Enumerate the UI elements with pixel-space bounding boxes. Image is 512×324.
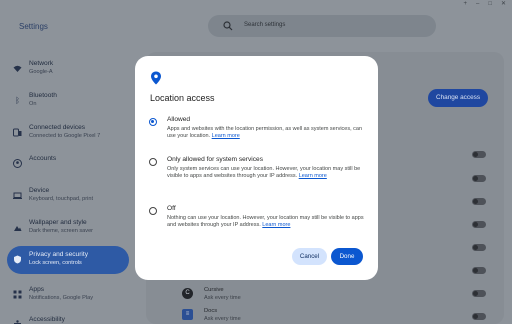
wifi-icon <box>13 64 22 73</box>
option-label: Only allowed for system services <box>167 156 264 163</box>
sidebar-item-wallpaper[interactable]: Wallpaper and style Dark theme, screen s… <box>7 214 129 242</box>
sidebar-item-label: Apps <box>29 286 45 293</box>
dialog-title: Location access <box>150 93 215 103</box>
accessibility-icon <box>13 320 22 324</box>
list-item-title: Docs <box>204 308 218 314</box>
app-toggle[interactable] <box>472 151 486 158</box>
list-item-subtitle: Ask every time <box>204 316 241 322</box>
devices-icon <box>13 128 22 137</box>
done-button[interactable]: Done <box>331 248 363 265</box>
docs-app-icon: ≡ <box>182 309 193 320</box>
sidebar-item-sublabel: Connected to Google Pixel 7 <box>29 133 101 139</box>
title-bar: + – □ ✕ <box>0 0 512 8</box>
search-placeholder: Search settings <box>244 22 286 28</box>
radio-allowed[interactable] <box>149 118 157 126</box>
app-toggle[interactable] <box>472 221 486 228</box>
sidebar-item-accessibility[interactable]: Accessibility <box>7 311 129 324</box>
app-title: Settings <box>19 22 48 31</box>
option-description: Apps and websites with the location perm… <box>167 126 365 140</box>
laptop-icon <box>13 191 22 200</box>
sidebar-item-label: Device <box>29 187 50 194</box>
location-pin-icon <box>151 71 161 85</box>
option-description: Nothing can use your location. However, … <box>167 215 365 229</box>
sidebar-item-sublabel: Notifications, Google Play <box>29 295 94 301</box>
sidebar-item-privacy[interactable]: Privacy and security Lock screen, contro… <box>7 246 129 274</box>
location-access-dialog: Location access Allowed Apps and website… <box>135 56 378 280</box>
change-access-button[interactable]: Change access <box>428 89 488 107</box>
bluetooth-icon: ᛒ <box>15 96 20 105</box>
sidebar-item-network[interactable]: Network Google-A <box>7 55 129 83</box>
sidebar-item-label: Connected devices <box>29 124 86 131</box>
shield-icon <box>13 255 22 264</box>
app-toggle[interactable] <box>472 267 486 274</box>
search-bar[interactable]: Search settings <box>208 15 436 37</box>
minimize-icon[interactable]: – <box>476 0 479 8</box>
learn-more-link[interactable]: Learn more <box>299 173 327 179</box>
list-item-subtitle: Ask every time <box>204 295 241 301</box>
new-window-icon[interactable]: + <box>463 0 467 8</box>
option-description: Only system services can use your locati… <box>167 166 365 180</box>
sidebar-item-sublabel: Google-A <box>29 69 53 75</box>
radio-system-only[interactable] <box>149 158 157 166</box>
sidebar-item-label: Network <box>29 60 54 67</box>
sidebar-item-label: Wallpaper and style <box>29 219 87 226</box>
sidebar-item-label: Accessibility <box>29 316 65 323</box>
cursive-app-icon: C <box>182 288 193 299</box>
sidebar-item-accounts[interactable]: Accounts <box>7 150 129 178</box>
sidebar-item-sublabel: Keyboard, touchpad, print <box>29 196 94 202</box>
option-description-text: Only system services can use your locati… <box>167 166 361 180</box>
option-label: Off <box>167 205 176 212</box>
app-toggle[interactable] <box>472 244 486 251</box>
app-toggle[interactable] <box>472 198 486 205</box>
app-toggle[interactable] <box>472 175 486 182</box>
sidebar-item-apps[interactable]: Apps Notifications, Google Play <box>7 281 129 309</box>
sidebar-item-label: Accounts <box>29 155 57 162</box>
list-item-title: Cursive <box>204 287 224 293</box>
app-toggle[interactable] <box>472 313 486 320</box>
sidebar-item-connected-devices[interactable]: Connected devices Connected to Google Pi… <box>7 119 129 147</box>
learn-more-link[interactable]: Learn more <box>262 222 290 228</box>
option-description-text: Apps and websites with the location perm… <box>167 126 363 140</box>
palette-icon <box>13 223 22 232</box>
search-icon <box>223 21 233 31</box>
account-icon <box>13 159 22 168</box>
option-label: Allowed <box>167 116 191 123</box>
close-icon[interactable]: ✕ <box>501 0 506 8</box>
cancel-button[interactable]: Cancel <box>292 248 327 265</box>
maximize-icon[interactable]: □ <box>488 0 492 8</box>
sidebar-item-label: Bluetooth <box>29 92 57 99</box>
sidebar-item-sublabel: On <box>29 101 37 107</box>
sidebar-item-sublabel: Lock screen, controls <box>29 260 82 266</box>
sidebar-item-label: Privacy and security <box>29 251 88 258</box>
sidebar-item-sublabel: Dark theme, screen saver <box>29 228 94 234</box>
radio-off[interactable] <box>149 207 157 215</box>
apps-icon <box>13 290 22 299</box>
app-toggle[interactable] <box>472 290 486 297</box>
sidebar-item-bluetooth[interactable]: ᛒ Bluetooth On <box>7 87 129 115</box>
sidebar-item-device[interactable]: Device Keyboard, touchpad, print <box>7 182 129 210</box>
learn-more-link[interactable]: Learn more <box>212 133 240 139</box>
